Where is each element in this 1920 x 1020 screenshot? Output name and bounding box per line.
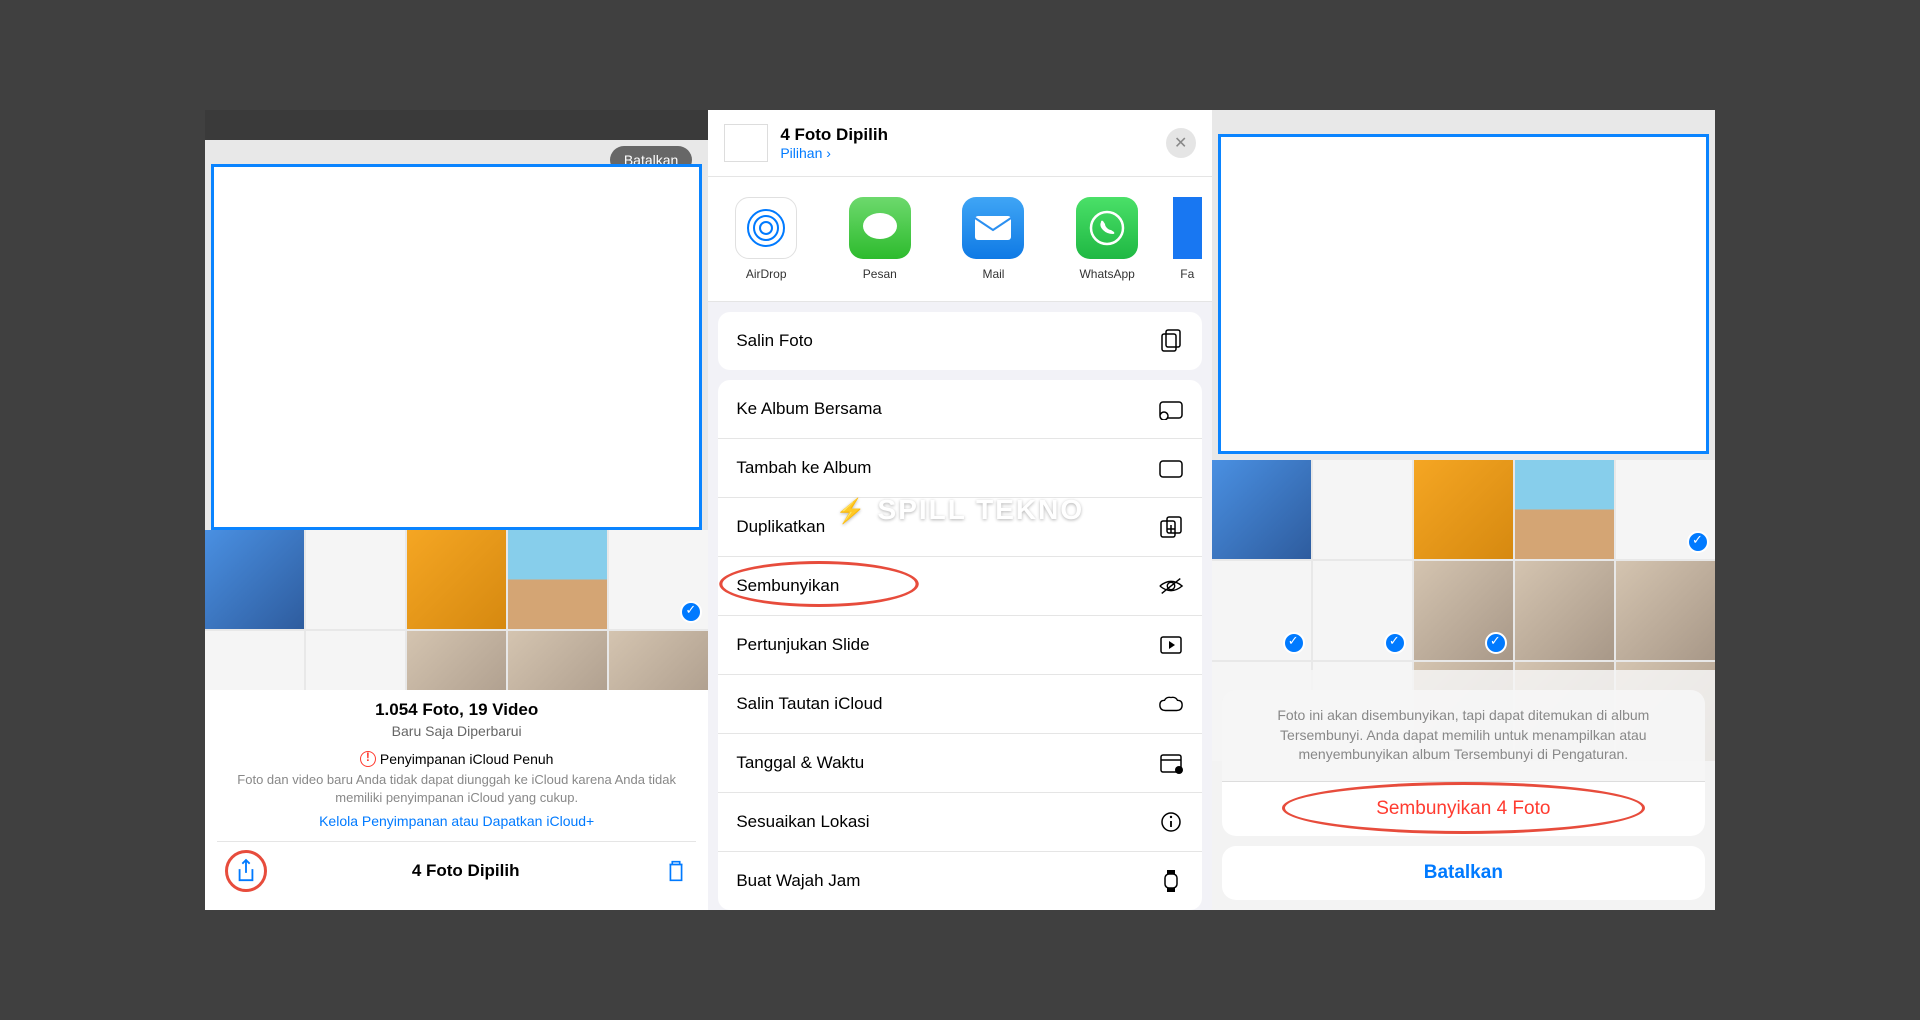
action-copy-icloud-link[interactable]: Salin Tautan iCloud [718,675,1201,734]
whatsapp-icon [1087,208,1127,248]
airdrop-icon [745,207,787,249]
action-date-time[interactable]: Tanggal & Waktu [718,734,1201,793]
app-label: Fa [1180,267,1194,281]
photo-thumb[interactable] [407,530,506,629]
share-sheet-title: 4 Foto Dipilih [780,125,1153,145]
photo-count-label: 1.054 Foto, 19 Video [217,700,696,720]
copy-icon [1158,328,1184,354]
action-sheet-message: Foto ini akan disembunyikan, tapi dapat … [1222,690,1705,782]
add-album-icon [1158,455,1184,481]
library-footer: 1.054 Foto, 19 Video Baru Saja Diperbaru… [205,690,708,910]
photo-thumb[interactable] [306,530,405,629]
photo-thumb [1313,460,1412,559]
storage-warning-row: Penyimpanan iCloud Penuh [217,751,696,767]
photo-thumb [1313,561,1412,660]
cloud-link-icon [1158,691,1184,717]
selected-count-label: 4 Foto Dipilih [412,861,520,881]
close-button[interactable]: ✕ [1166,128,1196,158]
check-icon [1687,531,1709,553]
photo-thumb[interactable] [508,530,607,629]
shared-album-icon [1158,396,1184,422]
app-label: WhatsApp [1079,267,1134,281]
action-slideshow[interactable]: Pertunjukan Slide [718,616,1201,675]
share-sheet-header: 4 Foto Dipilih Pilihan › ✕ [708,110,1211,177]
check-icon [680,601,702,623]
app-label: Mail [982,267,1004,281]
share-app-more[interactable]: Fa [1173,197,1202,281]
action-copy-photo[interactable]: Salin Foto [718,312,1201,370]
action-location[interactable]: Sesuaikan Lokasi [718,793,1201,852]
app-label: AirDrop [746,267,787,281]
hide-confirmation-panel: Foto ini akan disembunyikan, tapi dapat … [1212,110,1715,910]
share-button-highlight[interactable] [225,850,267,892]
photo-thumb[interactable] [205,530,304,629]
storage-warning-title: Penyimpanan iCloud Penuh [380,751,554,767]
photo-thumb [1616,561,1715,660]
check-icon [1283,632,1305,654]
photo-thumb [1414,561,1513,660]
share-icon [235,858,257,884]
action-duplicate[interactable]: Duplikatkan [718,498,1201,557]
photo-thumb [1212,561,1311,660]
action-hide[interactable]: Sembunyikan [718,557,1201,616]
photo-thumb [1212,460,1311,559]
share-actions-list: Salin Foto Ke Album Bersama Tambah ke Al… [708,302,1211,910]
calendar-icon [1158,750,1184,776]
selection-thumbnail-icon [724,124,768,162]
mail-icon [973,214,1013,242]
warning-icon [360,751,376,767]
trash-icon[interactable] [664,858,688,884]
share-app-messages[interactable]: Pesan [832,197,928,281]
photo-thumb [1515,561,1614,660]
action-sheet: Foto ini akan disembunyikan, tapi dapat … [1222,690,1705,910]
hide-icon [1158,573,1184,599]
selection-toolbar: 4 Foto Dipilih [217,841,696,900]
hide-photos-button[interactable]: Sembunyikan 4 Foto [1222,782,1705,836]
selected-photo-large[interactable] [211,164,702,530]
watch-icon [1158,868,1184,894]
photos-library-panel: Batalkan 1.054 Foto, 19 Video Baru Saja … [205,110,708,910]
share-app-airdrop[interactable]: AirDrop [718,197,814,281]
photo-thumb [1616,460,1715,559]
action-shared-album[interactable]: Ke Album Bersama [718,380,1201,439]
updated-label: Baru Saja Diperbarui [217,723,696,739]
check-icon [1384,632,1406,654]
action-add-album[interactable]: Tambah ke Album [718,439,1201,498]
selected-photo-large [1218,134,1709,454]
cancel-button[interactable]: Batalkan [1222,846,1705,900]
share-sheet-panel: 4 Foto Dipilih Pilihan › ✕ AirDrop Pesan… [708,110,1211,910]
photo-thumb [1414,460,1513,559]
share-app-mail[interactable]: Mail [946,197,1042,281]
share-app-whatsapp[interactable]: WhatsApp [1059,197,1155,281]
share-apps-row: AirDrop Pesan Mail WhatsApp Fa [708,177,1211,302]
options-link[interactable]: Pilihan › [780,145,1153,161]
duplicate-icon [1158,514,1184,540]
close-icon: ✕ [1174,133,1187,153]
photo-thumb[interactable] [609,530,708,629]
app-label: Pesan [863,267,897,281]
status-bar [205,110,708,140]
manage-storage-link[interactable]: Kelola Penyimpanan atau Dapatkan iCloud+ [217,813,696,829]
info-icon [1158,809,1184,835]
storage-warning-text: Foto dan video baru Anda tidak dapat diu… [217,771,696,807]
slideshow-icon [1158,632,1184,658]
action-watch-face[interactable]: Buat Wajah Jam [718,852,1201,910]
messages-icon [861,211,899,245]
photo-thumb [1515,460,1614,559]
check-icon [1485,632,1507,654]
